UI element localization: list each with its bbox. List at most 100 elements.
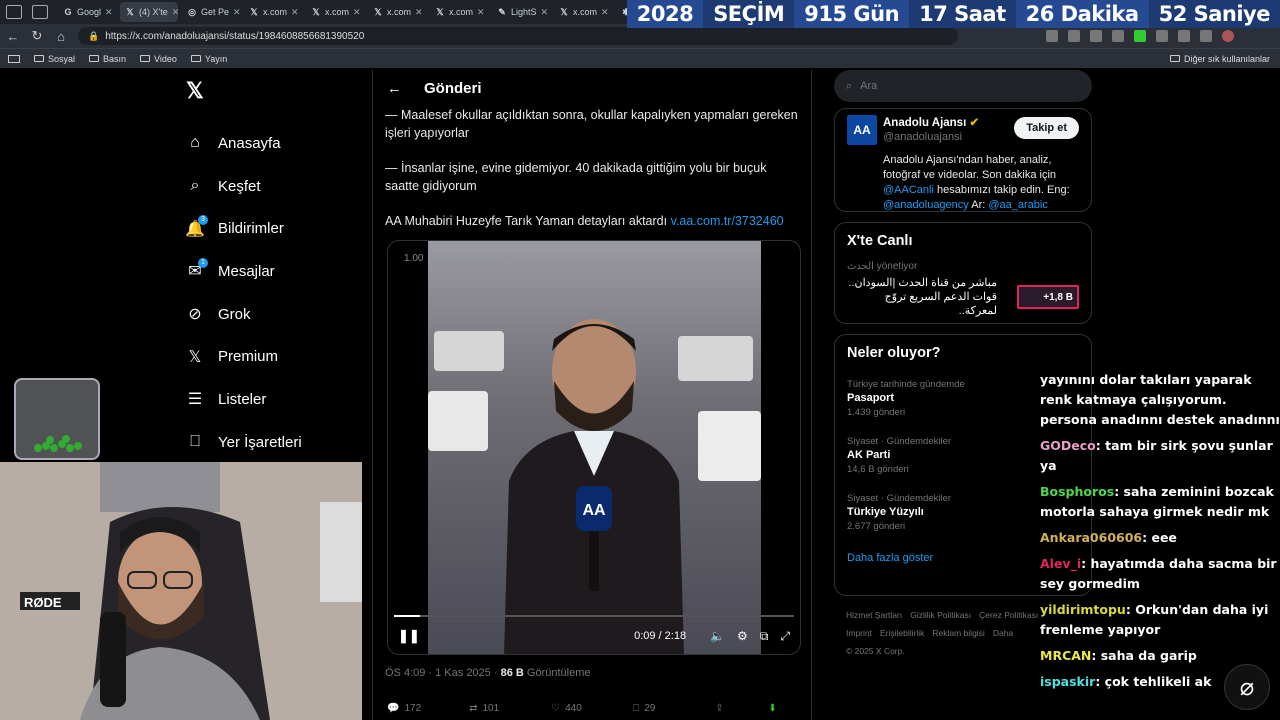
video-player[interactable]: 1.00 AA ❚❚ 0:09 / 2:18 🔈 ⚙ ⧉ ⤢ — [387, 240, 801, 655]
chat-message: yildirimtopu: Orkun'dan daha iyi frenlem… — [1040, 600, 1280, 640]
reading-list-icon[interactable] — [8, 54, 20, 63]
browser-tab[interactable]: ✎ LightS ✕ — [492, 2, 550, 22]
chat-text: yayınını dolar takıları yaparak renk kat… — [1040, 372, 1280, 427]
view-label: Görüntüleme — [523, 667, 591, 679]
extension-icon[interactable] — [1090, 30, 1102, 42]
x-logo-icon[interactable]: 𝕏 — [186, 78, 370, 104]
bookmark-button[interactable]: ⎕ 29 — [633, 703, 715, 714]
footer-link[interactable]: Reklam bilgisi — [932, 628, 984, 638]
search-input[interactable]: ⌕ Ara — [834, 70, 1092, 102]
bio-link[interactable]: @anadoluagency — [883, 199, 969, 211]
browser-tab[interactable]: ◎ Get Pe ✕ — [182, 2, 240, 22]
close-tab-icon[interactable]: ✕ — [415, 7, 423, 18]
footer-link[interactable]: Gizlilik Politikası — [910, 610, 971, 620]
back-icon[interactable]: ← — [6, 29, 20, 44]
post-paragraph: — Maalesef okullar açıldıktan sonra, oku… — [385, 108, 798, 140]
close-tab-icon[interactable]: ✕ — [541, 7, 549, 18]
footer-link[interactable]: Çerez Politikası — [979, 610, 1038, 620]
sidebar-item-listeler[interactable]: ☰ Listeler — [180, 378, 370, 421]
extension-icon[interactable] — [1068, 30, 1080, 42]
extension-icon[interactable] — [1112, 30, 1124, 42]
chat-username: Alev_i — [1040, 556, 1082, 571]
share-button[interactable]: ⇪ — [715, 703, 768, 714]
reply-button[interactable]: 💬 172 — [387, 703, 469, 714]
sidebar-item-anasayfa[interactable]: ⌂ Anasayfa — [180, 122, 370, 165]
footer-link[interactable]: Daha — [993, 628, 1013, 638]
sidebar-item-label: Bildirimler — [218, 220, 284, 238]
home-icon: ⌂ — [190, 134, 200, 152]
account-name[interactable]: Anadolu Ajansı ✔ — [883, 115, 979, 129]
favorites-icon[interactable] — [1200, 30, 1212, 42]
extension-icon[interactable] — [1046, 30, 1058, 42]
back-arrow-icon[interactable]: ← — [387, 80, 402, 97]
close-tab-icon[interactable]: ✕ — [172, 7, 178, 18]
chat-toggle-button[interactable]: ⌀ — [1224, 664, 1270, 710]
extension-icon[interactable] — [1134, 30, 1146, 42]
footer-link[interactable]: Imprint — [846, 628, 872, 638]
footer-link[interactable]: © 2025 X Corp. — [846, 646, 905, 656]
chat-separator: : — [1125, 602, 1136, 617]
close-tab-icon[interactable]: ✕ — [233, 7, 240, 18]
pip-icon[interactable]: ⧉ — [760, 629, 769, 644]
bookmark-folder[interactable]: Sosyal — [34, 54, 75, 64]
close-tab-icon[interactable]: ✕ — [353, 7, 361, 18]
extension-icon[interactable] — [1156, 30, 1168, 42]
source-link[interactable]: v.aa.com.tr/3732460 — [671, 214, 784, 228]
x-icon: 𝕏 — [436, 6, 444, 17]
account-avatar[interactable]: AA — [847, 115, 877, 145]
browser-tab[interactable]: 𝕏x.com ✕ — [306, 2, 364, 22]
sidebar-item-bildirimler[interactable]: 🔔 3 Bildirimler — [180, 207, 370, 250]
close-tab-icon[interactable]: ✕ — [477, 7, 485, 18]
url-field[interactable]: 🔒 https://x.com/anadoluajansi/status/198… — [78, 27, 958, 45]
download-button[interactable]: ⬇ — [768, 703, 807, 714]
reload-icon[interactable]: ↻ — [30, 28, 44, 44]
browser-tab[interactable]: 𝕏x.com ✕ — [244, 2, 302, 22]
list-icon: ☰ — [187, 391, 203, 409]
notification-badge: 1 — [198, 258, 208, 269]
browser-tab[interactable]: 𝕏 (4) X'te ✕ — [120, 2, 178, 22]
sidebar-item-grok[interactable]: ⊘ Grok — [180, 293, 370, 336]
bookmark-folder[interactable]: Video — [140, 54, 177, 64]
settings-icon[interactable]: ⚙ — [737, 629, 748, 643]
bio-link[interactable]: @aa_arabic — [988, 199, 1047, 211]
post-timestamp[interactable]: ÖS 4:09 · 1 Kas 2025 · — [385, 667, 501, 679]
sidebar-item-mesajlar[interactable]: ✉ 1 Mesajlar — [180, 250, 370, 293]
bio-link[interactable]: @AACanli — [883, 184, 934, 196]
fullscreen-icon[interactable]: ⤢ — [780, 629, 790, 644]
chat-text: eee — [1151, 530, 1177, 545]
close-tab-icon[interactable]: ✕ — [601, 7, 609, 18]
footer-link[interactable]: Hizmet Şartları — [846, 610, 902, 620]
tab-overview-icon[interactable] — [32, 5, 48, 19]
footer-link[interactable]: Erişilebilirlik — [880, 628, 924, 638]
browser-tab[interactable]: 𝕏x.com ✕ — [430, 2, 488, 22]
live-viewer-count[interactable]: +1,8 B — [1017, 285, 1079, 309]
video-progress-bar[interactable] — [394, 615, 794, 617]
bookmark-folder[interactable]: Yayın — [190, 54, 227, 64]
close-tab-icon[interactable]: ✕ — [291, 7, 299, 18]
browser-tab[interactable]: 𝕏x.com ✕ — [554, 2, 612, 22]
window-menu-icon[interactable] — [6, 5, 22, 19]
chat-separator: : — [1095, 438, 1106, 453]
extension-icon[interactable] — [1178, 30, 1190, 42]
follow-button[interactable]: Takip et — [1014, 117, 1079, 139]
repost-button[interactable]: ⇄ 101 — [469, 703, 551, 714]
home-icon[interactable]: ⌂ — [54, 29, 68, 44]
profile-avatar-icon[interactable] — [1222, 30, 1234, 42]
pause-icon[interactable]: ❚❚ — [398, 628, 420, 644]
live-stream-title[interactable]: مباشر من قناة الحدث |السودان.. قوات الدع… — [847, 276, 997, 318]
chat-username: GODeco — [1040, 438, 1096, 453]
browser-tab[interactable]: G Googl ✕ — [58, 2, 116, 22]
mute-icon[interactable]: 🔈 — [710, 629, 725, 643]
chat-message: yayınını dolar takıları yaparak renk kat… — [1040, 370, 1280, 430]
search-icon: ⌕ — [190, 177, 200, 195]
like-button[interactable]: ♡ 440 — [551, 703, 633, 714]
sidebar-item-premium[interactable]: 𝕏 Premium — [180, 335, 370, 378]
other-bookmarks[interactable]: Diğer sık kullanılanlar — [1169, 54, 1270, 64]
tab-label: x.com — [387, 7, 412, 17]
sidebar-item-keşfet[interactable]: ⌕ Keşfet — [180, 165, 370, 208]
browser-tab[interactable]: 𝕏x.com ✕ — [368, 2, 426, 22]
bookmark-folder[interactable]: Basın — [89, 54, 126, 64]
sidebar-item-yer-i̇şaretleri[interactable]: ⎕ Yer İşaretleri — [180, 421, 370, 464]
sidebar-item-label: Grok — [218, 305, 251, 323]
close-tab-icon[interactable]: ✕ — [105, 7, 113, 18]
